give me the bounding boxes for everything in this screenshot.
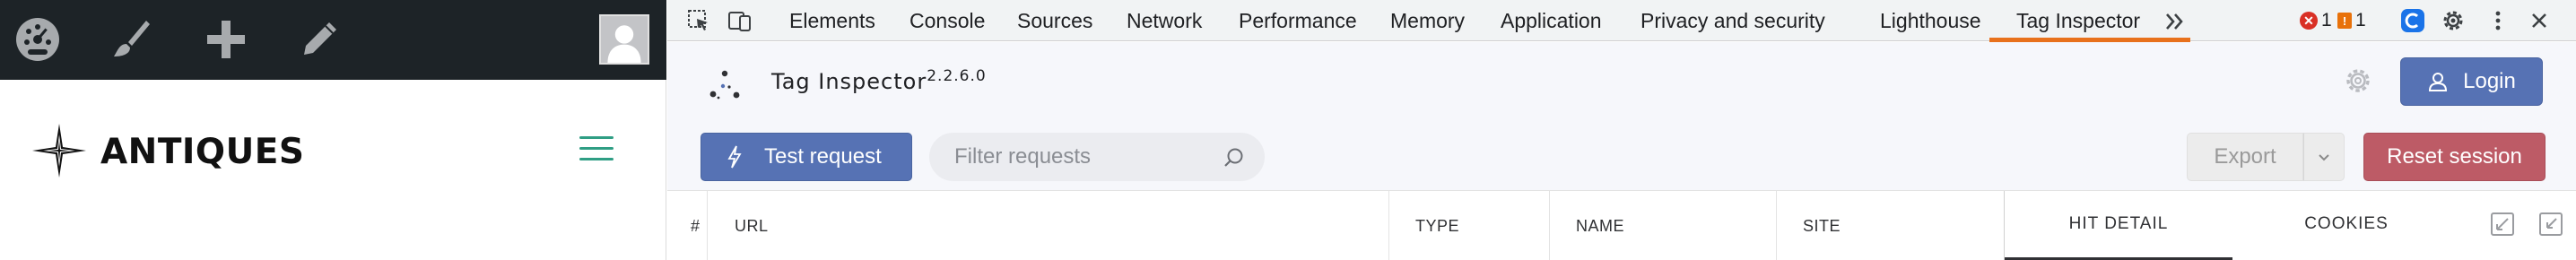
export-button[interactable]: Export	[2187, 133, 2303, 181]
kebab-menu-icon[interactable]	[2483, 6, 2513, 35]
search-icon[interactable]	[1222, 145, 1247, 170]
tag-inspector-logo	[709, 70, 740, 100]
error-icon: ✕	[2300, 12, 2318, 30]
tag-inspector-toolbar: Test request Export Reset session	[667, 125, 2576, 190]
column-header-site[interactable]: SITE	[1803, 191, 1841, 260]
column-header-type[interactable]: TYPE	[1415, 191, 1459, 260]
tag-inspector-title: Tag Inspector2.2.6.0	[771, 67, 987, 94]
error-count-badge[interactable]: ✕ 1	[2300, 10, 2332, 31]
wp-admin-bar	[0, 0, 666, 80]
tab-elements[interactable]: Elements	[789, 0, 875, 41]
test-request-button[interactable]: Test request	[701, 133, 912, 181]
collapse-pane-icon[interactable]	[2537, 211, 2564, 238]
new-plus-icon[interactable]	[199, 14, 253, 65]
column-divider	[1776, 191, 1777, 260]
requests-table-header: # URL TYPE NAME SITE HIT DETAIL COOKIES	[667, 190, 2576, 260]
tab-memory[interactable]: Memory	[1390, 0, 1465, 41]
login-label: Login	[2463, 69, 2516, 93]
compass-star-logo[interactable]	[30, 122, 88, 179]
close-devtools-icon[interactable]	[2524, 6, 2554, 35]
site-title[interactable]: ANTIQUES	[100, 132, 305, 172]
tag-inspector-version: 2.2.6.0	[927, 67, 987, 85]
devtools-settings-gear-icon[interactable]	[2438, 6, 2468, 35]
tab-tag-inspector[interactable]: Tag Inspector	[2016, 0, 2140, 41]
tab-cookies[interactable]: COOKIES	[2232, 191, 2460, 257]
warning-count: 1	[2355, 10, 2366, 30]
settings-gear-icon[interactable]	[2344, 66, 2372, 95]
detail-pane-tabs: HIT DETAIL COOKIES	[2004, 191, 2576, 260]
column-header-name[interactable]: NAME	[1576, 191, 1624, 260]
column-divider	[707, 191, 708, 260]
tab-console[interactable]: Console	[909, 0, 985, 41]
device-toolbar-icon[interactable]	[725, 6, 755, 35]
devtools-tab-bar: Elements Console Sources Network Perform…	[667, 0, 2576, 42]
extension-icon[interactable]	[2398, 6, 2428, 35]
dashboard-icon[interactable]	[11, 14, 65, 65]
error-count: 1	[2321, 10, 2332, 30]
tab-hit-detail[interactable]: HIT DETAIL	[2005, 191, 2232, 257]
website-viewport: ANTIQUES	[0, 0, 666, 260]
column-header-url[interactable]: URL	[735, 191, 769, 260]
reset-session-button[interactable]: Reset session	[2363, 133, 2546, 181]
edit-pencil-icon[interactable]	[292, 14, 346, 65]
customize-brush-icon[interactable]	[104, 14, 158, 65]
lightning-bolt-icon	[727, 145, 742, 169]
column-header-index[interactable]: #	[691, 191, 701, 260]
more-tabs-chevron-icon[interactable]	[2162, 8, 2189, 35]
warning-count-badge[interactable]: ! 1	[2337, 10, 2366, 31]
filter-requests-field[interactable]	[929, 133, 1265, 181]
hamburger-menu-icon[interactable]	[579, 136, 614, 163]
tab-privacy-and-security[interactable]: Privacy and security	[1640, 0, 1825, 41]
tab-lighthouse[interactable]: Lighthouse	[1880, 0, 1981, 41]
inspect-element-icon[interactable]	[683, 6, 714, 35]
tab-application[interactable]: Application	[1501, 0, 1602, 41]
column-divider	[1388, 191, 1389, 260]
tab-sources[interactable]: Sources	[1017, 0, 1092, 41]
column-divider	[1549, 191, 1550, 260]
test-request-label: Test request	[764, 144, 882, 169]
warning-icon: !	[2337, 13, 2352, 29]
tab-performance[interactable]: Performance	[1239, 0, 1357, 41]
expand-pane-icon[interactable]	[2489, 211, 2516, 238]
chevron-down-icon	[2319, 154, 2329, 161]
filter-requests-input[interactable]	[929, 133, 1225, 181]
user-icon	[2429, 73, 2448, 91]
tag-inspector-header: Tag Inspector2.2.6.0 Login	[667, 42, 2576, 125]
avatar[interactable]	[599, 14, 649, 65]
tab-network[interactable]: Network	[1127, 0, 1202, 41]
tag-inspector-name: Tag Inspector	[771, 69, 927, 94]
login-button[interactable]: Login	[2400, 57, 2543, 106]
devtools-panel: Elements Console Sources Network Perform…	[667, 0, 2576, 260]
export-dropdown-toggle[interactable]	[2303, 133, 2345, 181]
